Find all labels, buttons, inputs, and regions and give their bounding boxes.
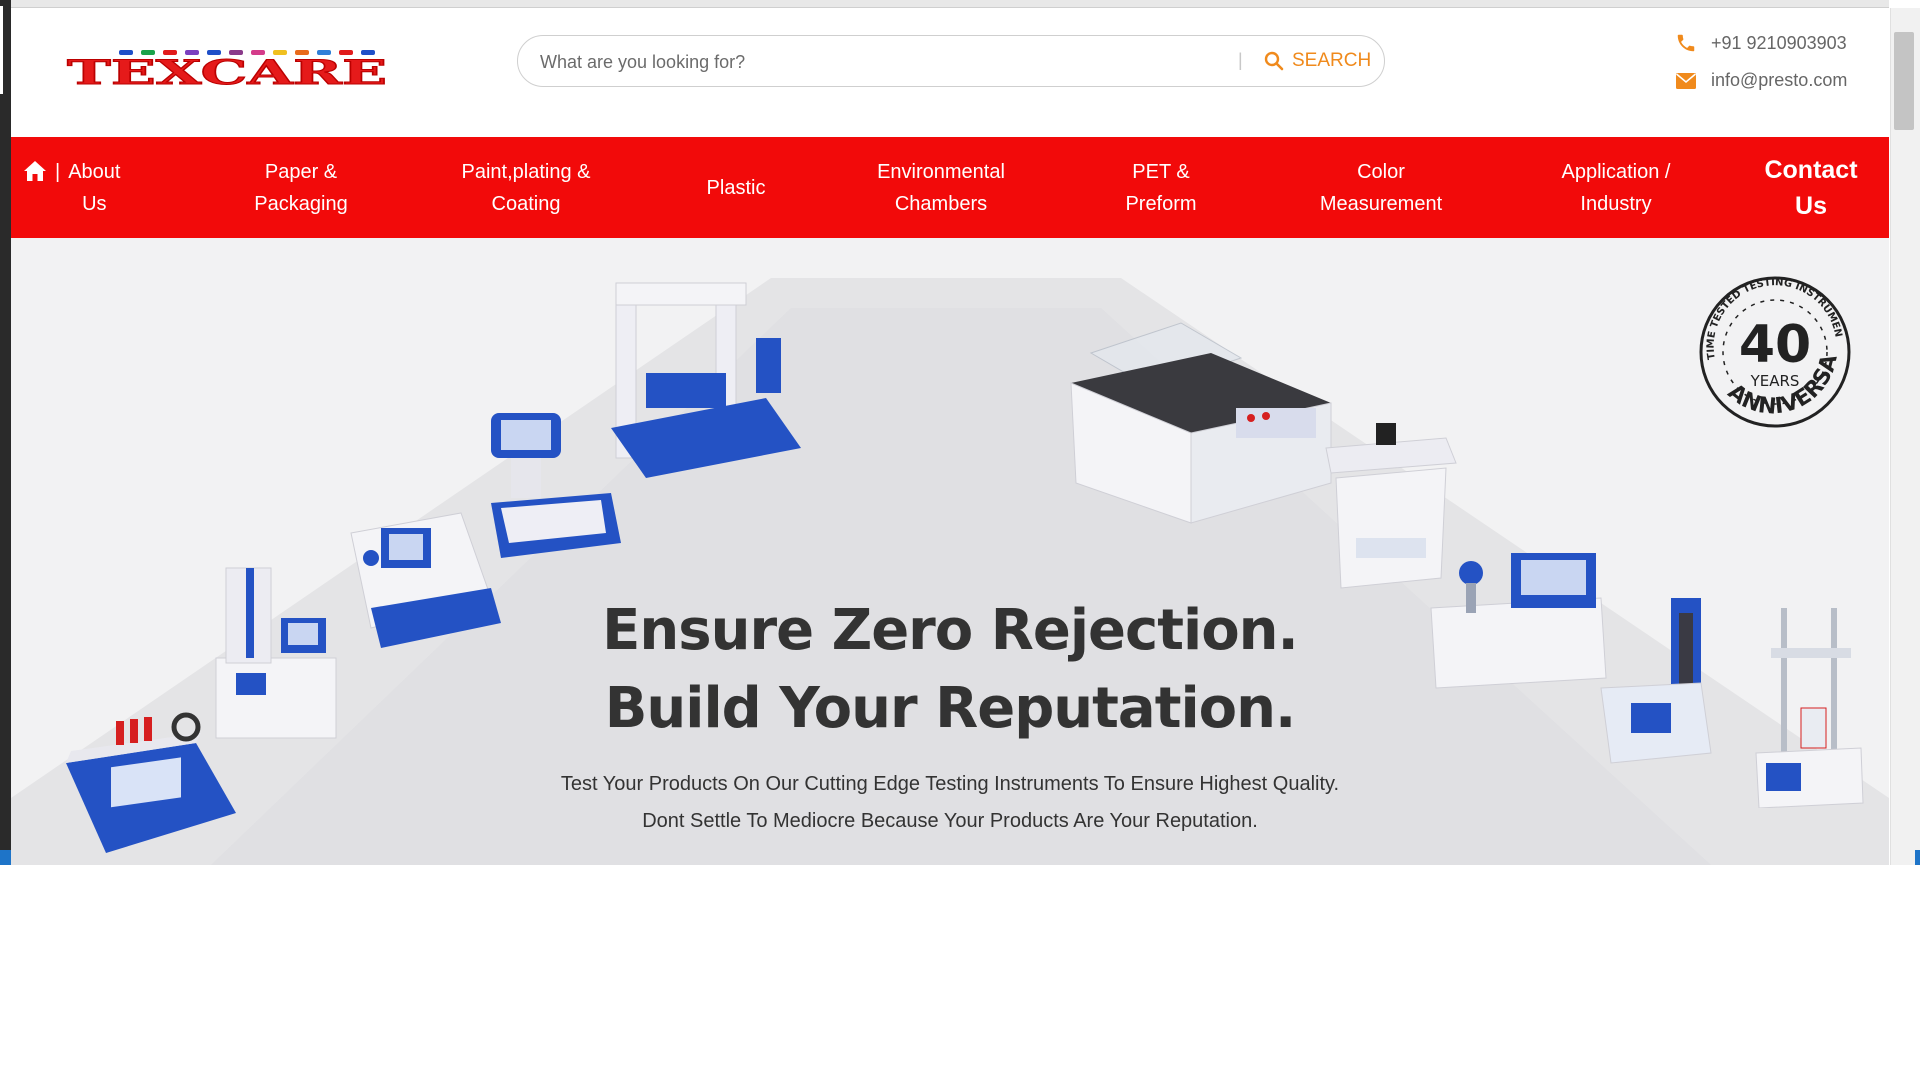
nav-line: Coating bbox=[491, 192, 561, 215]
nav-line: Us bbox=[82, 192, 107, 215]
nav-line: Preform bbox=[1125, 192, 1197, 215]
nav-line: Paper & bbox=[264, 160, 338, 183]
search-button[interactable]: SEARCH bbox=[1264, 47, 1371, 75]
nav-item-paint-plating-coating[interactable]: Paint,plating & Coating bbox=[411, 137, 641, 238]
nav-item-application-industry[interactable]: Application / Industry bbox=[1511, 137, 1721, 238]
site-header: TEXCARE | SEARCH +91 9210903903 info@pre… bbox=[11, 8, 1889, 137]
nav-line: PET & bbox=[1132, 160, 1190, 183]
hero-subtext-2: Dont Settle To Mediocre Because Your Pro… bbox=[642, 810, 1258, 832]
nav-item-contact-us[interactable]: Contact Us bbox=[1741, 137, 1881, 238]
window-left-edge bbox=[0, 0, 11, 865]
search-input[interactable] bbox=[538, 46, 1222, 78]
nav-line: Us bbox=[1795, 191, 1827, 220]
email-address: info@presto.com bbox=[1711, 70, 1848, 90]
search-bar: | SEARCH bbox=[517, 35, 1385, 87]
nav-separator: | bbox=[55, 160, 61, 183]
salt-spray-chamber-image bbox=[1070, 322, 1332, 524]
search-icon bbox=[1264, 51, 1284, 71]
header-email[interactable]: info@presto.com bbox=[1675, 70, 1847, 91]
box-compression-tester-image bbox=[611, 282, 801, 478]
nav-line: Contact bbox=[1764, 155, 1858, 184]
nav-line: Chambers bbox=[894, 192, 988, 215]
search-button-label: SEARCH bbox=[1292, 50, 1372, 71]
nav-line: Environmental bbox=[877, 160, 1005, 183]
nav-line: Color bbox=[1357, 160, 1405, 183]
hero-headline-2: Build Your Reputation. bbox=[604, 676, 1297, 741]
nav-item-pet-preform[interactable]: PET & Preform bbox=[1071, 137, 1251, 238]
window-top-border bbox=[11, 0, 1889, 8]
home-icon[interactable] bbox=[23, 160, 47, 182]
nav-line: Application / bbox=[1561, 160, 1671, 183]
phone-number: +91 9210903903 bbox=[1711, 32, 1847, 53]
phone-icon bbox=[1677, 34, 1695, 52]
nav-line: Measurement bbox=[1319, 192, 1443, 215]
nav-line: Industry bbox=[1580, 192, 1652, 215]
nav-item-about-us[interactable]: | About Us bbox=[23, 137, 143, 238]
badge-years: YEARS bbox=[1750, 372, 1800, 390]
bottom-accent-right bbox=[1915, 850, 1920, 865]
hero-banner: TIME TESTED TESTING INSTRUMENTS 40 YEARS… bbox=[11, 238, 1889, 865]
envelope-icon bbox=[1675, 72, 1697, 89]
main-navigation: | About Us Paper & Packaging Paint,platin… bbox=[11, 137, 1889, 238]
hero-subtext-1: Test Your Products On Our Cutting Edge T… bbox=[560, 773, 1340, 795]
logo-wordmark: TEXCARE bbox=[67, 53, 387, 92]
scrollbar-thumb[interactable] bbox=[1894, 32, 1914, 130]
texcare-logo[interactable]: TEXCARE bbox=[57, 46, 397, 92]
nav-item-plastic[interactable]: Plastic bbox=[661, 137, 811, 238]
nav-line: About bbox=[68, 160, 121, 183]
header-phone[interactable]: +91 9210903903 bbox=[1675, 32, 1847, 54]
search-divider: | bbox=[1238, 50, 1243, 70]
nav-line: Packaging bbox=[254, 192, 348, 215]
forty-years-anniversary-badge: TIME TESTED TESTING INSTRUMENTS 40 YEARS… bbox=[1685, 264, 1851, 428]
bottom-accent-left bbox=[0, 850, 11, 865]
window-edge-tick bbox=[0, 6, 3, 94]
nav-item-environmental-chambers[interactable]: Environmental Chambers bbox=[831, 137, 1051, 238]
badge-number: 40 bbox=[1739, 315, 1811, 375]
nav-item-color-measurement[interactable]: Color Measurement bbox=[1271, 137, 1491, 238]
nav-label: About Us bbox=[68, 156, 120, 220]
vertical-scrollbar[interactable] bbox=[1890, 8, 1920, 865]
nav-line: Paint,plating & bbox=[461, 160, 591, 183]
nav-line: Plastic bbox=[706, 176, 766, 199]
hero-headline-1: Ensure Zero Rejection. bbox=[602, 598, 1299, 663]
nav-item-paper-packaging[interactable]: Paper & Packaging bbox=[201, 137, 401, 238]
